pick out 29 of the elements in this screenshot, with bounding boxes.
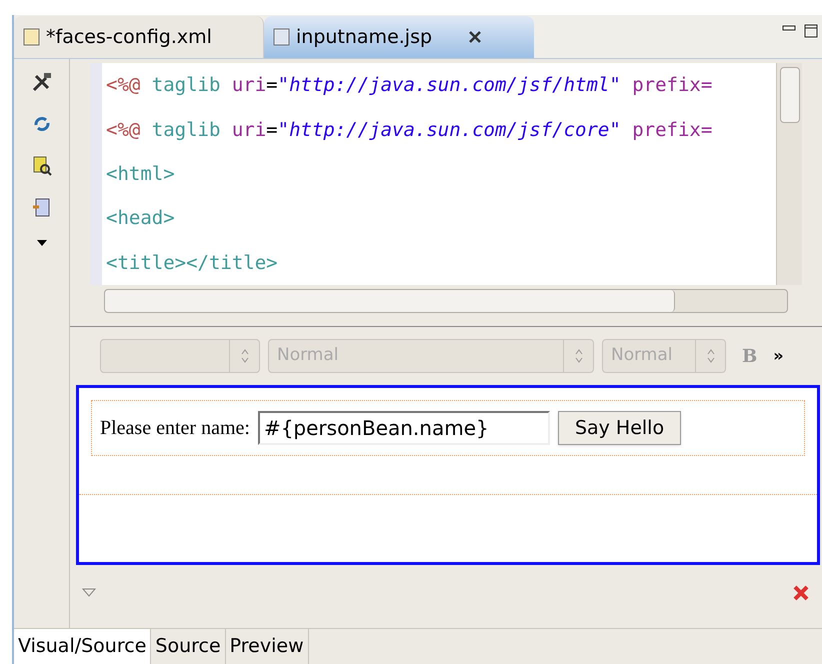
tab-label: *faces-config.xml: [46, 24, 212, 50]
vertical-scrollbar[interactable]: [776, 63, 802, 285]
say-hello-button[interactable]: Say Hello: [558, 411, 682, 445]
dropdown-caret-icon[interactable]: [36, 239, 48, 247]
code-line: <%@ taglib uri="http://java.sun.com/jsf/html" prefix=: [106, 73, 714, 98]
code-line: <html>: [106, 162, 176, 186]
close-icon[interactable]: [792, 584, 810, 602]
tools-icon[interactable]: [30, 71, 52, 93]
name-input-field[interactable]: #{personBean.name}: [258, 411, 550, 445]
code-line: <title></title>: [106, 250, 279, 275]
code-line: <%@ taglib uri="http://java.sun.com/jsf/core" prefix=: [106, 118, 714, 142]
editor-tab[interactable]: inputname.jsp: [264, 16, 534, 58]
form-label: Please enter name:: [100, 416, 250, 441]
editor-tab[interactable]: *faces-config.xml: [14, 16, 264, 58]
file-icon: [272, 27, 292, 47]
collapse-triangle-icon[interactable]: [82, 588, 96, 598]
maximize-icon[interactable]: [804, 24, 818, 38]
file-icon: [22, 27, 42, 47]
code-line: <head>: [106, 206, 176, 230]
horizontal-scrollbar[interactable]: [104, 289, 788, 313]
more-button[interactable]: »: [773, 344, 784, 368]
search-icon[interactable]: [30, 155, 52, 177]
spinner-arrows-icon: [240, 348, 250, 364]
spinner-arrows-icon: [706, 348, 716, 364]
spinner-arrows-icon: [574, 348, 584, 364]
tab-label: inputname.jsp: [296, 24, 432, 50]
document-icon[interactable]: [30, 197, 52, 219]
view-tab[interactable]: Visual/Source: [14, 629, 152, 664]
close-icon[interactable]: [468, 30, 482, 44]
